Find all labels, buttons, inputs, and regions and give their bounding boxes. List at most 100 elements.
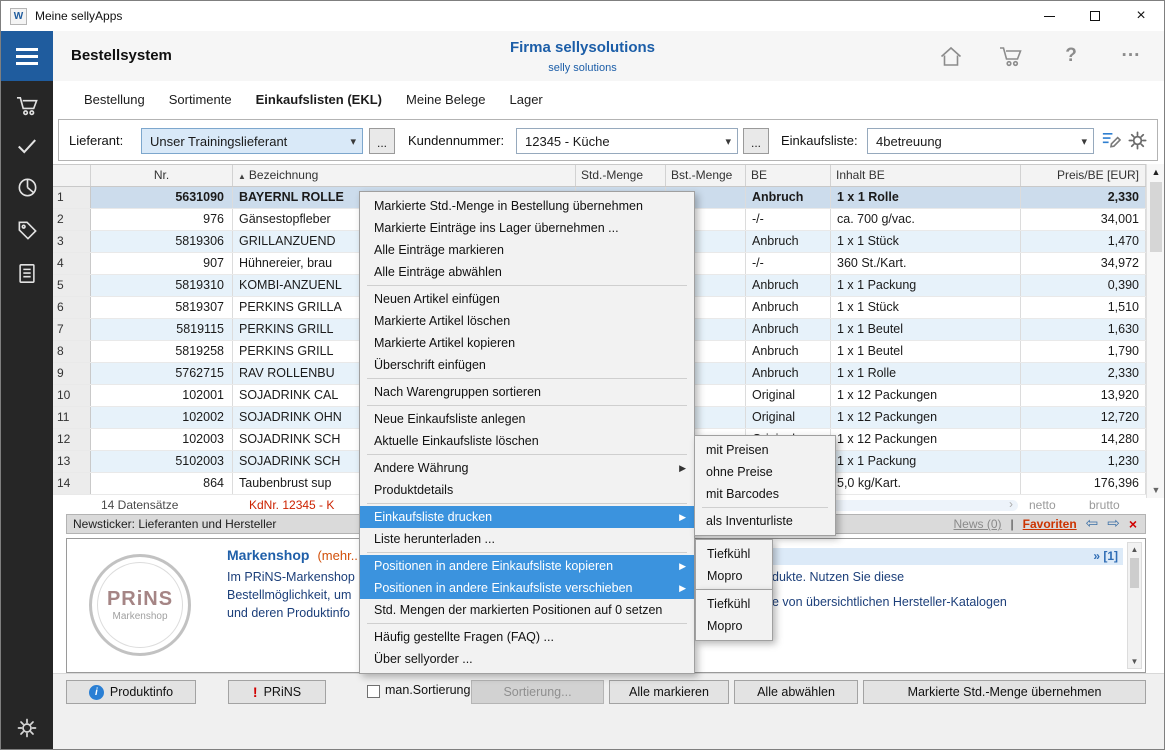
header-bezeichnung[interactable]: ▲Bezeichnung	[233, 165, 576, 186]
submenu-item[interactable]: mit Preisen	[695, 439, 835, 461]
table-scrollbar[interactable]: ▲ ▼	[1146, 164, 1164, 498]
news-selected-row[interactable]: » [1]	[767, 548, 1123, 565]
prev-arrow-icon[interactable]: ⇦	[1086, 517, 1099, 531]
context-menu-item[interactable]: Markierte Std.-Menge in Bestellung übern…	[360, 195, 694, 217]
news-scrollbar[interactable]: ▲ ▼	[1127, 542, 1142, 669]
context-menu-item[interactable]: Häufig gestellte Fragen (FAQ) ... ▶	[360, 626, 694, 648]
alle-markieren-button[interactable]: Alle markieren	[609, 680, 729, 704]
einkaufsliste-select[interactable]: 4betreuung ▾	[867, 128, 1094, 154]
context-menu-item[interactable]: Überschrift einfügen ▶	[360, 354, 694, 376]
context-menu-item[interactable]: Positionen in andere Einkaufsliste kopie…	[360, 555, 694, 577]
row-number: 8	[53, 341, 91, 362]
sidebar-catalog-icon[interactable]	[16, 262, 38, 285]
man-sortierung-label[interactable]: man.Sortierung	[385, 683, 470, 697]
cell-nr: 102002	[91, 407, 233, 428]
sidebar-checklist-icon[interactable]	[16, 137, 38, 156]
context-menu-item[interactable]: Produktdetails ▶	[360, 479, 694, 501]
submenu-item[interactable]: mit Barcodes	[695, 483, 835, 505]
alle-abwaehlen-button[interactable]: Alle abwählen	[734, 680, 858, 704]
brutto-label[interactable]: brutto	[1089, 498, 1120, 512]
submenu-item[interactable]: als Inventurliste	[695, 510, 835, 532]
home-icon[interactable]	[936, 41, 966, 71]
context-menu-item[interactable]: Alle Einträge abwählen ▶	[360, 261, 694, 283]
favoriten-link[interactable]: Favoriten	[1023, 517, 1077, 531]
header-nr[interactable]: Nr.	[91, 165, 233, 186]
context-menu-item[interactable]: Std. Mengen der markierten Positionen au…	[360, 599, 694, 621]
kundennummer-value: 12345 - Küche	[525, 134, 610, 149]
close-button[interactable]: ×	[1118, 1, 1164, 31]
kundennummer-more-button[interactable]: ...	[743, 128, 769, 154]
submenu-item[interactable]: Tiefkühl	[696, 543, 772, 565]
menu-item-label: Tiefkühl	[707, 547, 764, 561]
header-inhalt-be[interactable]: Inhalt BE	[831, 165, 1021, 186]
context-menu-item[interactable]: Über sellyorder ... ▶	[360, 648, 694, 670]
cell-inhalt-be: 1 x 1 Rolle	[831, 187, 1021, 208]
context-menu-item[interactable]: Markierte Einträge ins Lager übernehmen …	[360, 217, 694, 239]
scrollbar-thumb[interactable]	[1130, 558, 1139, 588]
news-link[interactable]: News (0)	[954, 517, 1002, 531]
context-menu-item[interactable]: Andere Währung ▶	[360, 457, 694, 479]
submenu-item[interactable]: Tiefkühl	[696, 593, 772, 615]
context-menu-item[interactable]: Nach Warengruppen sortieren ▶	[360, 381, 694, 403]
submenu-item[interactable]: Mopro	[696, 565, 772, 587]
netto-label[interactable]: netto	[1029, 498, 1056, 512]
tab[interactable]: Lager	[510, 92, 543, 107]
context-menu-item[interactable]: Neuen Artikel einfügen ▶	[360, 288, 694, 310]
menu-item-label: Markierte Artikel löschen	[374, 314, 671, 328]
header-bst-menge[interactable]: Bst.-Menge	[666, 165, 746, 186]
header-std-menge[interactable]: Std.-Menge	[576, 165, 666, 186]
scroll-down-icon[interactable]: ▼	[1147, 482, 1165, 498]
uebernehmen-button[interactable]: Markierte Std.-Menge übernehmen	[863, 680, 1146, 704]
scroll-up-icon[interactable]: ▲	[1147, 164, 1165, 180]
next-arrow-icon[interactable]: ⇨	[1107, 517, 1120, 531]
news-item-title[interactable]: Markenshop	[227, 547, 309, 563]
tab[interactable]: Einkaufslisten (EKL)	[256, 92, 382, 107]
kundennummer-select[interactable]: 12345 - Küche ▾	[516, 128, 738, 154]
tab[interactable]: Meine Belege	[406, 92, 486, 107]
lieferant-value: Unser Trainingslieferant	[150, 134, 287, 149]
header-preis[interactable]: Preis/BE [EUR]	[1021, 165, 1146, 186]
context-menu-item[interactable]: Markierte Artikel löschen ▶	[360, 310, 694, 332]
menu-item-label: ohne Preise	[706, 465, 827, 479]
context-menu-item[interactable]: Liste herunterladen ... ▶	[360, 528, 694, 550]
copy-target-submenu: Tiefkühl Mopro	[695, 539, 773, 591]
context-menu-item[interactable]: Aktuelle Einkaufsliste löschen ▶	[360, 430, 694, 452]
ticker-close-icon[interactable]: ×	[1129, 517, 1137, 531]
submenu-item[interactable]: Mopro	[696, 615, 772, 637]
header-be[interactable]: BE	[746, 165, 831, 186]
menu-item-label: Produktdetails	[374, 483, 671, 497]
cart-icon[interactable]	[996, 41, 1026, 71]
news-text-line: Im PRiNS-Markenshop	[227, 568, 355, 586]
context-menu-item[interactable]: Positionen in andere Einkaufsliste versc…	[360, 577, 694, 599]
cell-preis: 13,920	[1021, 385, 1146, 406]
menu-item-label: Andere Währung	[374, 461, 671, 475]
sortierung-button: Sortierung...	[471, 680, 604, 704]
tab[interactable]: Bestellung	[84, 92, 145, 107]
context-menu-item[interactable]: Markierte Artikel kopieren ▶	[360, 332, 694, 354]
maximize-button[interactable]	[1072, 1, 1118, 31]
lieferant-select[interactable]: Unser Trainingslieferant ▾	[141, 128, 363, 154]
scroll-down-icon[interactable]: ▼	[1128, 655, 1141, 668]
help-icon[interactable]: ?	[1056, 41, 1086, 71]
menu-item-label: Markierte Einträge ins Lager übernehmen …	[374, 221, 671, 235]
prins-button[interactable]: ! PRiNS	[228, 680, 326, 704]
news-more-link[interactable]: (mehr...	[317, 548, 361, 563]
lieferant-more-button[interactable]: ...	[369, 128, 395, 154]
minimize-button[interactable]	[1026, 1, 1072, 31]
edit-list-icon[interactable]	[1100, 129, 1121, 150]
tab[interactable]: Sortimente	[169, 92, 232, 107]
produktinfo-button[interactable]: i Produktinfo	[66, 680, 196, 704]
scrollbar-thumb[interactable]	[1150, 182, 1162, 252]
man-sortierung-checkbox[interactable]	[367, 685, 380, 698]
list-settings-gear-icon[interactable]	[1126, 129, 1149, 152]
more-menu-icon[interactable]: ···	[1116, 41, 1146, 71]
sidebar-price-tag-icon[interactable]	[16, 219, 39, 242]
context-menu-item[interactable]: Neue Einkaufsliste anlegen ▶	[360, 408, 694, 430]
context-menu-item[interactable]: Alle Einträge markieren ▶	[360, 239, 694, 261]
settings-gear-icon[interactable]	[1, 716, 53, 740]
context-menu-item[interactable]: Einkaufsliste drucken ▶	[360, 506, 694, 528]
sidebar-cart-icon[interactable]	[15, 95, 40, 117]
submenu-item[interactable]: ohne Preise	[695, 461, 835, 483]
sidebar-statistics-icon[interactable]	[16, 176, 39, 199]
scroll-up-icon[interactable]: ▲	[1128, 543, 1141, 556]
